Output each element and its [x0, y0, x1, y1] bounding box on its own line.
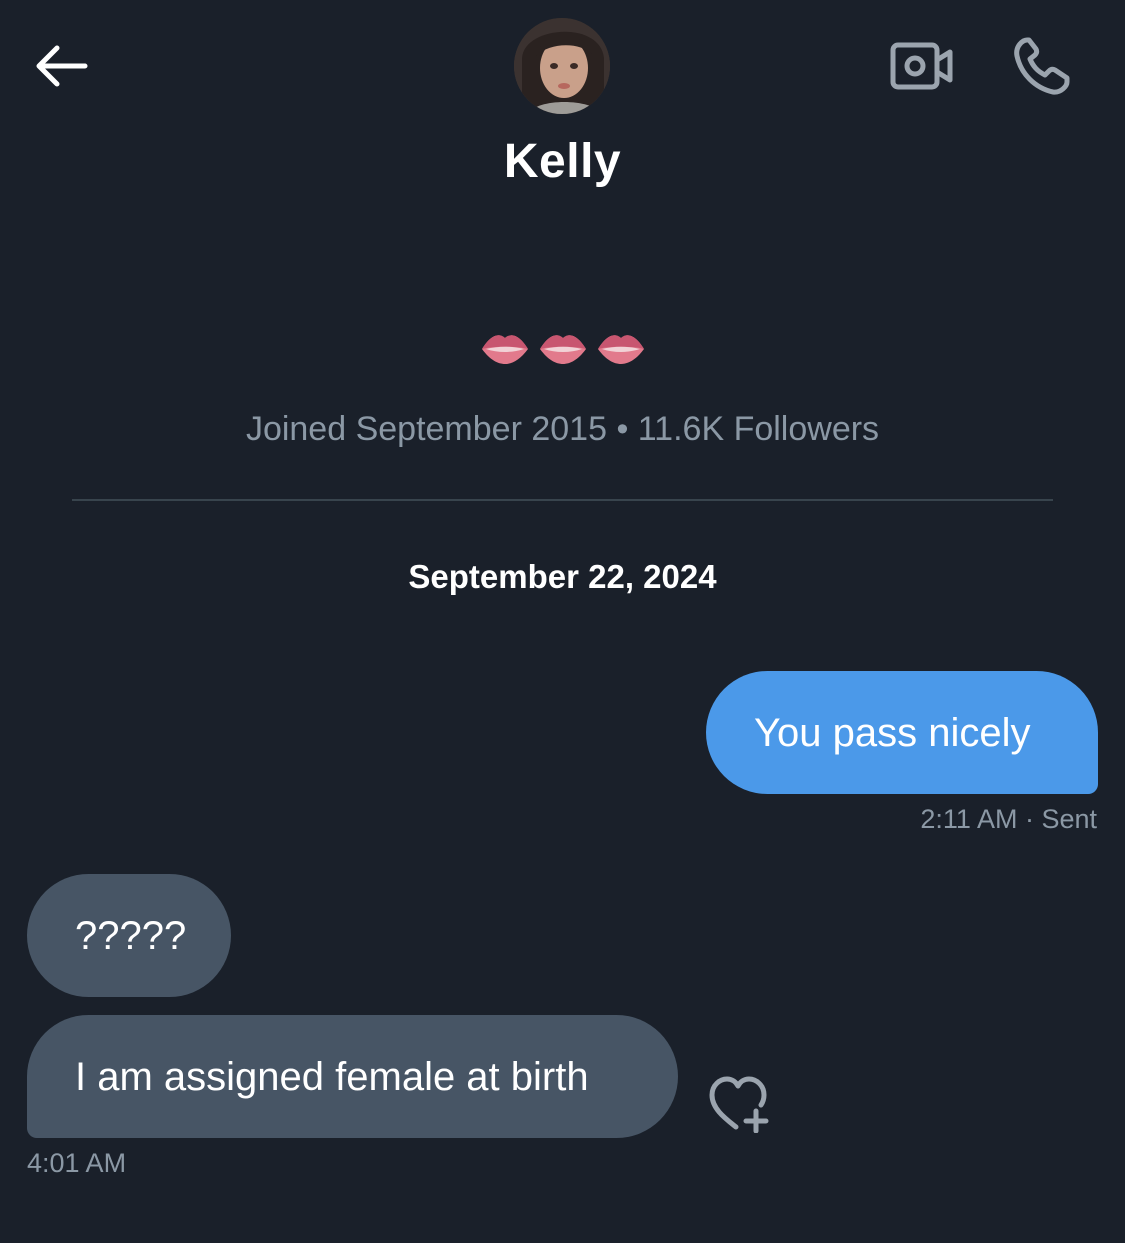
video-call-button[interactable]: [884, 34, 960, 98]
message-timestamp: 4:01 AM: [27, 1148, 127, 1178]
joined-date: Joined September 2015: [245, 410, 607, 448]
avatar-photo: [514, 18, 610, 114]
avatar[interactable]: [514, 18, 610, 114]
outgoing-message-bubble[interactable]: You pass nicely: [706, 671, 1098, 794]
phone-icon: [1014, 37, 1070, 95]
message-status: 2:11 AM · Sent: [920, 804, 1097, 834]
date-separator: September 22, 2024: [408, 558, 717, 595]
contact-name[interactable]: Kelly: [0, 134, 1125, 189]
back-arrow-icon: [36, 45, 88, 87]
meta-separator: •: [616, 410, 629, 448]
incoming-message-bubble[interactable]: I am assigned female at birth: [27, 1015, 678, 1138]
profile-bio: [0, 322, 1125, 372]
followers-count[interactable]: 11.6K Followers: [638, 410, 879, 448]
profile-meta: Joined September 2015 • 11.6K Followers: [0, 410, 1125, 449]
video-camera-icon: [890, 42, 953, 90]
add-reaction-button[interactable]: [702, 1070, 776, 1136]
back-button[interactable]: [22, 34, 100, 98]
lips-emoji-icon: [597, 335, 644, 364]
heart-plus-icon: [709, 1076, 769, 1133]
incoming-message-bubble[interactable]: ?????: [27, 874, 231, 997]
divider: [72, 499, 1053, 501]
message-text: You pass nicely: [754, 710, 1031, 755]
lips-emoji-icon: [481, 335, 528, 364]
message-text: ?????: [75, 913, 187, 958]
lips-emoji-icon: [539, 335, 586, 364]
voice-call-button[interactable]: [1002, 28, 1080, 104]
message-text: I am assigned female at birth: [75, 1054, 589, 1099]
